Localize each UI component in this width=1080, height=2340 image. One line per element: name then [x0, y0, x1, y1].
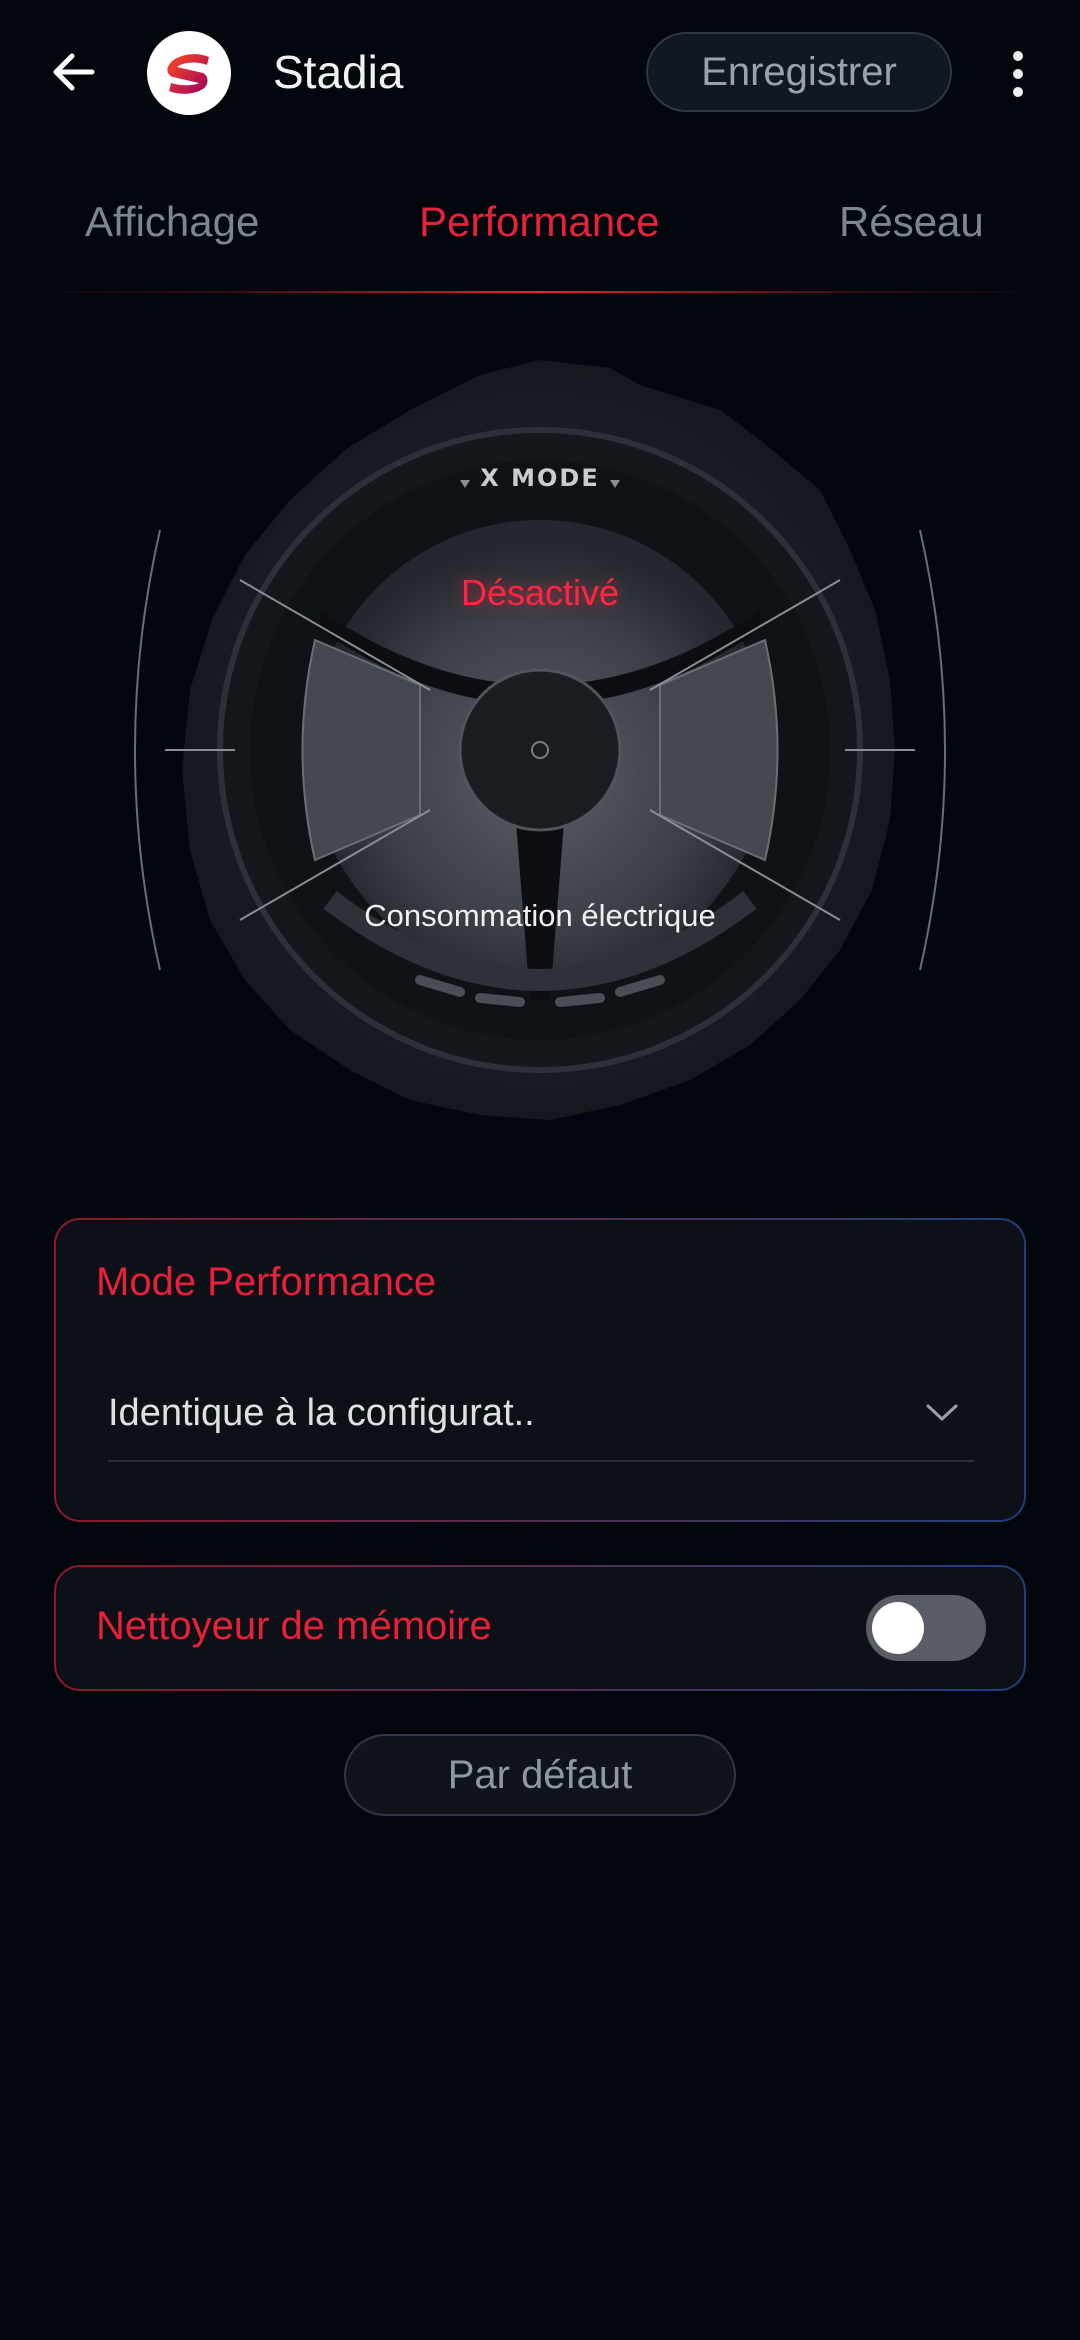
back-button[interactable]	[42, 40, 106, 104]
tab-bar: Affichage Performance Réseau	[0, 180, 1080, 293]
performance-mode-title: Mode Performance	[96, 1260, 437, 1304]
more-vert-icon	[1013, 51, 1023, 61]
tab-performance[interactable]: Performance	[419, 198, 659, 246]
x-mode-logo: X MODE	[480, 464, 599, 492]
save-button[interactable]: Enregistrer	[646, 32, 952, 112]
performance-mode-select[interactable]: Identique à la configurat..	[108, 1370, 974, 1462]
memory-cleaner-card: Nettoyeur de mémoire	[54, 1565, 1026, 1691]
memory-cleaner-title: Nettoyeur de mémoire	[96, 1604, 492, 1648]
reset-default-button[interactable]: Par défaut	[344, 1734, 736, 1816]
power-consumption-label: Consommation électrique	[364, 898, 716, 933]
x-mode-dial-graphic: X MODE	[134, 360, 946, 1120]
active-tab-indicator	[30, 291, 1050, 293]
performance-mode-card: Mode Performance Identique à la configur…	[54, 1218, 1026, 1522]
top-bar: Stadia Enregistrer	[0, 0, 1080, 150]
arrow-left-icon	[53, 53, 95, 91]
tab-affichage[interactable]: Affichage	[85, 198, 259, 246]
x-mode-status: Désactivé	[460, 572, 620, 613]
performance-mode-value: Identique à la configurat..	[108, 1392, 535, 1434]
x-mode-dial: X MODE Désactivé Consommation électrique	[120, 340, 960, 1160]
chevron-down-icon	[926, 1404, 958, 1421]
toggle-knob	[872, 1602, 924, 1654]
tab-reseau[interactable]: Réseau	[839, 198, 984, 246]
app-title: Stadia	[273, 46, 404, 98]
stadia-logo-icon	[147, 31, 231, 115]
more-options-button[interactable]	[1000, 40, 1036, 108]
memory-cleaner-toggle[interactable]	[866, 1595, 986, 1661]
